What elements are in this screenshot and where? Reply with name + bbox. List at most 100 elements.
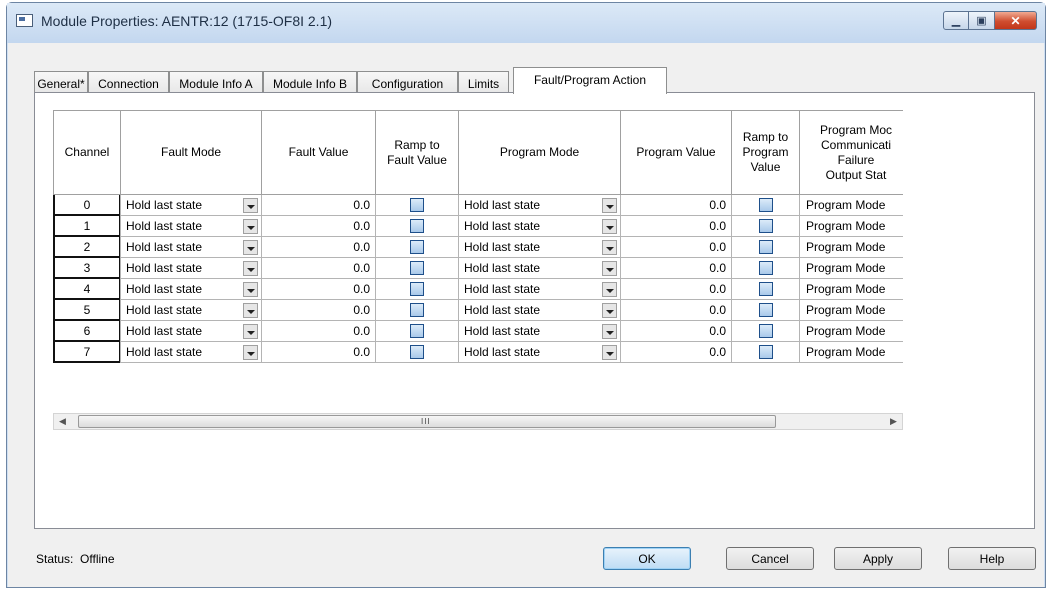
chevron-down-icon[interactable]: [602, 240, 617, 255]
program-value-input[interactable]: 0.0: [620, 258, 732, 279]
chevron-down-icon[interactable]: [602, 345, 617, 360]
chevron-down-icon[interactable]: [602, 261, 617, 276]
fault-value-input[interactable]: 0.0: [261, 342, 376, 363]
program-mode-select[interactable]: Hold last state: [458, 300, 621, 321]
program-value-input[interactable]: 0.0: [620, 237, 732, 258]
program-mode-select[interactable]: Hold last state: [458, 342, 621, 363]
scroll-left-arrow-icon[interactable]: ◀: [54, 414, 71, 429]
fault-value-input[interactable]: 0.0: [261, 300, 376, 321]
program-mode-select[interactable]: Hold last state: [458, 258, 621, 279]
chevron-down-icon[interactable]: [243, 219, 258, 234]
chevron-down-icon[interactable]: [602, 324, 617, 339]
ramp-to-fault-checkbox[interactable]: [410, 261, 424, 275]
tab-configuration[interactable]: Configuration: [357, 71, 458, 93]
chevron-down-icon[interactable]: [243, 303, 258, 318]
ramp-to-fault-checkbox[interactable]: [410, 240, 424, 254]
ramp-to-program-checkbox[interactable]: [758, 198, 773, 212]
fault-mode-select[interactable]: Hold last state: [120, 258, 262, 279]
ramp-to-program-checkbox[interactable]: [758, 345, 773, 359]
tab-module-info-a[interactable]: Module Info A: [169, 71, 263, 93]
chevron-down-icon[interactable]: [602, 219, 617, 234]
tab-limits[interactable]: Limits: [458, 71, 509, 93]
program-value-input[interactable]: 0.0: [620, 321, 732, 342]
ramp-to-fault-checkbox[interactable]: [410, 345, 424, 359]
ramp-to-program-checkbox[interactable]: [758, 282, 773, 296]
program-value-input[interactable]: 0.0: [620, 279, 732, 300]
chevron-down-icon[interactable]: [602, 198, 617, 213]
fault-mode-value: Hold last state: [126, 198, 203, 212]
ramp-to-program-checkbox[interactable]: [758, 261, 773, 275]
program-mode-select[interactable]: Hold last state: [458, 237, 621, 258]
program-value-input[interactable]: 0.0: [620, 342, 732, 363]
ramp-to-fault-checkbox[interactable]: [410, 282, 424, 296]
channel-cell: 0: [53, 195, 121, 216]
chevron-down-icon[interactable]: [602, 282, 617, 297]
program-value-input[interactable]: 0.0: [620, 195, 732, 216]
fault-mode-select[interactable]: Hold last state: [120, 321, 262, 342]
comm-failure-output-state-select[interactable]: Program Mode: [799, 342, 903, 363]
chevron-down-icon[interactable]: [602, 303, 617, 318]
table-row: 3 Hold last state 0.0 Hold last state 0.0 Pro…: [53, 258, 903, 279]
comm-failure-output-state-select[interactable]: Program Mode: [799, 300, 903, 321]
comm-failure-output-state-select[interactable]: Program Mode: [799, 321, 903, 342]
scroll-right-arrow-icon[interactable]: ▶: [885, 414, 902, 429]
fault-mode-select[interactable]: Hold last state: [120, 279, 262, 300]
comm-failure-output-state-select[interactable]: Program Mode: [799, 216, 903, 237]
chevron-down-icon[interactable]: [243, 345, 258, 360]
comm-failure-output-state-select[interactable]: Program Mode: [799, 258, 903, 279]
chevron-down-icon[interactable]: [243, 282, 258, 297]
dialog-client-area: General* Connection Module Info A Module…: [8, 43, 1044, 587]
ramp-to-fault-checkbox[interactable]: [410, 303, 424, 317]
program-mode-value: Hold last state: [464, 240, 541, 254]
cancel-button[interactable]: Cancel: [726, 547, 814, 570]
chevron-down-icon[interactable]: [243, 240, 258, 255]
fault-value-input[interactable]: 0.0: [261, 279, 376, 300]
ramp-to-program-checkbox[interactable]: [758, 240, 773, 254]
comm-failure-output-state-select[interactable]: Program Mode: [799, 279, 903, 300]
fault-value-input[interactable]: 0.0: [261, 258, 376, 279]
horizontal-scrollbar[interactable]: ◀ III ▶: [53, 413, 903, 430]
program-mode-select[interactable]: Hold last state: [458, 279, 621, 300]
program-value-input[interactable]: 0.0: [620, 216, 732, 237]
program-mode-select[interactable]: Hold last state: [458, 195, 621, 216]
tab-connection[interactable]: Connection: [88, 71, 169, 93]
fault-mode-select[interactable]: Hold last state: [120, 195, 262, 216]
fault-value-input[interactable]: 0.0: [261, 237, 376, 258]
table-row: 4 Hold last state 0.0 Hold last state 0.0 Pro…: [53, 279, 903, 300]
fault-mode-select[interactable]: Hold last state: [120, 216, 262, 237]
fault-mode-select[interactable]: Hold last state: [120, 342, 262, 363]
program-mode-select[interactable]: Hold last state: [458, 321, 621, 342]
ramp-to-program-checkbox[interactable]: [758, 219, 773, 233]
ramp-to-fault-checkbox[interactable]: [410, 198, 424, 212]
fault-value-input[interactable]: 0.0: [261, 216, 376, 237]
tab-general[interactable]: General*: [34, 71, 88, 93]
chevron-down-icon[interactable]: [243, 198, 258, 213]
ramp-to-program-checkbox[interactable]: [758, 303, 773, 317]
tab-fault-program-action[interactable]: Fault/Program Action: [513, 67, 667, 94]
maximize-icon: ▣: [976, 15, 987, 27]
program-mode-select[interactable]: Hold last state: [458, 216, 621, 237]
fault-value-input[interactable]: 0.0: [261, 195, 376, 216]
ramp-to-fault-checkbox[interactable]: [410, 324, 424, 338]
fault-mode-select[interactable]: Hold last state: [120, 300, 262, 321]
comm-failure-output-state-select[interactable]: Program Mode: [799, 195, 903, 216]
title-bar[interactable]: Module Properties: AENTR:12 (1715-OF8I 2…: [7, 3, 1045, 43]
maximize-button[interactable]: ▣: [969, 11, 995, 30]
fault-value-input[interactable]: 0.0: [261, 321, 376, 342]
program-value-input[interactable]: 0.0: [620, 300, 732, 321]
apply-button[interactable]: Apply: [834, 547, 922, 570]
fault-mode-select[interactable]: Hold last state: [120, 237, 262, 258]
tab-module-info-b[interactable]: Module Info B: [263, 71, 357, 93]
chevron-down-icon[interactable]: [243, 261, 258, 276]
help-button[interactable]: Help: [948, 547, 1036, 570]
minimize-button[interactable]: ▁: [943, 11, 969, 30]
channel-cell: 5: [53, 300, 121, 321]
ramp-to-program-checkbox[interactable]: [758, 324, 773, 338]
ok-button[interactable]: OK: [603, 547, 691, 570]
chevron-down-icon[interactable]: [243, 324, 258, 339]
comm-failure-output-state-select[interactable]: Program Mode: [799, 237, 903, 258]
ramp-to-fault-checkbox[interactable]: [410, 219, 424, 233]
close-button[interactable]: ✕: [995, 11, 1037, 30]
scrollbar-thumb[interactable]: III: [78, 415, 776, 428]
channel-cell: 6: [53, 321, 121, 342]
